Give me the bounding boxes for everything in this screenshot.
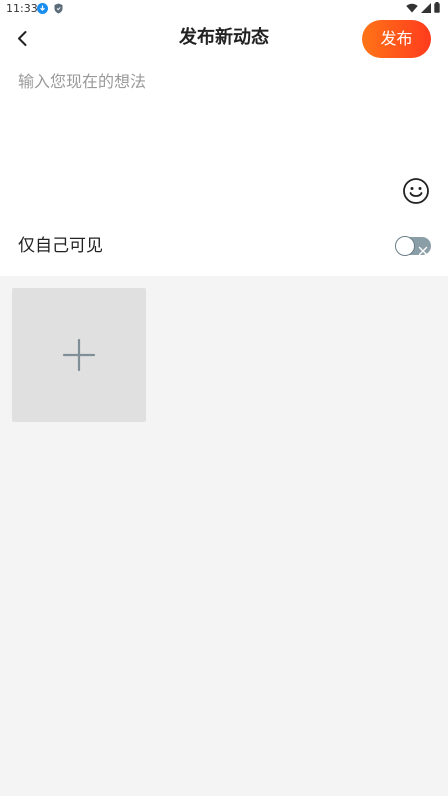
composer: 仅自己可见: [0, 58, 448, 276]
private-visibility-label: 仅自己可见: [18, 236, 103, 256]
status-indicators: [406, 2, 440, 16]
post-text-input[interactable]: [18, 70, 388, 170]
wifi-icon: [406, 3, 418, 16]
close-x-icon: [418, 241, 428, 256]
publish-button[interactable]: 发布: [362, 20, 431, 58]
add-image-button[interactable]: [12, 288, 146, 422]
toggle-knob: [395, 236, 415, 256]
emoji-button[interactable]: [402, 177, 430, 205]
status-time: 11:33: [6, 2, 38, 15]
battery-icon: [434, 2, 440, 16]
shield-icon: [54, 3, 63, 14]
download-icon: [37, 3, 48, 14]
signal-icon: [421, 2, 431, 16]
smiley-face-icon: [402, 178, 430, 209]
private-visibility-toggle[interactable]: [394, 235, 432, 257]
header: 发布新动态 发布: [0, 18, 448, 58]
status-bar: 11:33: [0, 0, 448, 18]
plus-icon: [62, 338, 96, 372]
